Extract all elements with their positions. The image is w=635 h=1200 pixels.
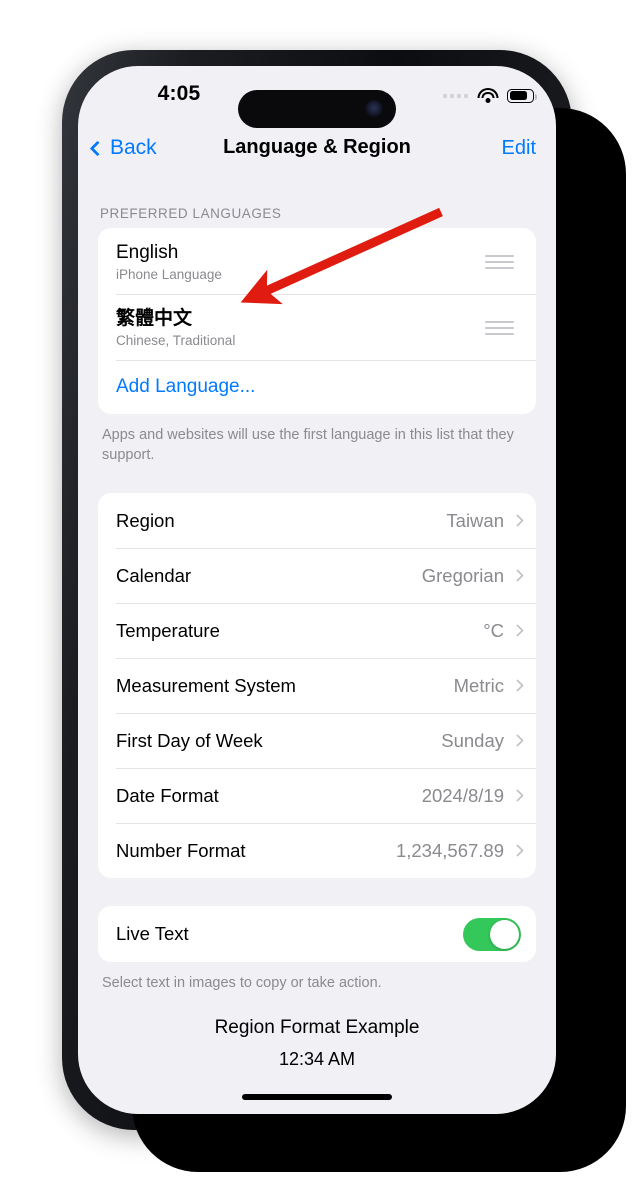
- chevron-right-icon: [511, 679, 524, 692]
- home-indicator[interactable]: [242, 1094, 392, 1100]
- setting-row-measurement-system[interactable]: Measurement System Metric: [98, 658, 536, 713]
- language-name: 繁體中文: [116, 307, 193, 329]
- setting-label: Region: [116, 509, 175, 531]
- preferred-languages-card: English iPhone Language 繁體中文 Chinese, Tr…: [98, 228, 536, 414]
- setting-value: Metric: [453, 674, 504, 696]
- cellular-dots-icon: [443, 93, 468, 98]
- phone-screen: 4:05 Back Language & Region Edit PREFERR…: [78, 66, 556, 1114]
- language-row-english[interactable]: English iPhone Language: [98, 228, 536, 294]
- dynamic-island: [238, 90, 396, 128]
- reorder-handle-icon[interactable]: [485, 254, 514, 269]
- live-text-row[interactable]: Live Text: [98, 906, 536, 962]
- region-format-example-time: 12:34 AM: [278, 1049, 356, 1069]
- language-subtitle: Chinese, Traditional: [116, 333, 236, 349]
- setting-row-calendar[interactable]: Calendar Gregorian: [98, 548, 536, 603]
- region-settings-card: Region Taiwan Calendar Gregorian Tempera…: [98, 493, 536, 878]
- front-camera-icon: [365, 100, 383, 118]
- status-icons: [443, 88, 537, 103]
- chevron-right-icon: [511, 844, 524, 857]
- setting-row-temperature[interactable]: Temperature °C: [98, 603, 536, 658]
- live-text-label: Live Text: [116, 923, 189, 944]
- chevron-right-icon: [511, 569, 524, 582]
- status-bar: 4:05: [78, 66, 556, 128]
- navigation-bar: Back Language & Region Edit: [78, 124, 556, 184]
- setting-value: Taiwan: [446, 509, 504, 531]
- setting-label: Measurement System: [116, 674, 296, 696]
- add-language-button[interactable]: Add Language...: [98, 360, 536, 414]
- live-text-toggle[interactable]: [463, 917, 521, 951]
- preferred-languages-header: PREFERRED LANGUAGES: [100, 206, 282, 221]
- setting-value: 1,234,567.89: [395, 839, 504, 861]
- setting-value: Gregorian: [421, 564, 504, 586]
- language-subtitle: iPhone Language: [116, 267, 222, 283]
- setting-value: °C: [483, 619, 504, 641]
- chevron-right-icon: [511, 624, 524, 637]
- chevron-right-icon: [511, 514, 524, 527]
- preferred-languages-footnote: Apps and websites will use the first lan…: [102, 427, 514, 463]
- reorder-handle-icon[interactable]: [485, 320, 514, 335]
- setting-label: Temperature: [116, 619, 220, 641]
- chevron-right-icon: [511, 734, 524, 747]
- battery-icon: [507, 88, 537, 103]
- setting-value: Sunday: [441, 729, 504, 751]
- toggle-knob: [490, 919, 519, 949]
- setting-label: Date Format: [116, 784, 219, 806]
- status-time: 4:05: [157, 82, 201, 105]
- page-title: Language & Region: [223, 136, 411, 158]
- setting-row-date-format[interactable]: Date Format 2024/8/19: [98, 768, 536, 823]
- setting-label: First Day of Week: [116, 729, 263, 751]
- setting-label: Calendar: [116, 564, 192, 586]
- live-text-footnote: Select text in images to copy or take ac…: [102, 975, 382, 991]
- chevron-right-icon: [511, 789, 524, 802]
- setting-value: 2024/8/19: [421, 784, 504, 806]
- language-row-chinese-traditional[interactable]: 繁體中文 Chinese, Traditional: [98, 294, 536, 360]
- edit-button[interactable]: Edit: [502, 137, 536, 160]
- wifi-icon: [477, 88, 498, 103]
- settings-content: PREFERRED LANGUAGES English iPhone Langu…: [78, 184, 556, 1070]
- setting-label: Number Format: [116, 839, 246, 861]
- screenshot-canvas: 4:05 Back Language & Region Edit PREFERR…: [0, 0, 635, 1200]
- language-name: English: [116, 241, 179, 263]
- setting-row-region[interactable]: Region Taiwan: [98, 493, 536, 548]
- live-text-card: Live Text: [98, 906, 536, 962]
- setting-row-first-day-of-week[interactable]: First Day of Week Sunday: [98, 713, 536, 768]
- region-format-example-title: Region Format Example: [214, 1017, 420, 1038]
- setting-row-number-format[interactable]: Number Format 1,234,567.89: [98, 823, 536, 878]
